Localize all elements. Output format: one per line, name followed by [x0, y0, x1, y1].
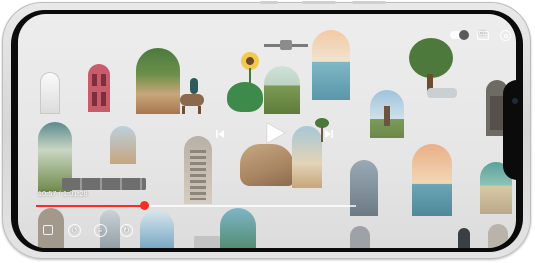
skip-back-button[interactable]: ↺ — [68, 224, 81, 237]
next-track-icon — [325, 130, 333, 138]
play-button[interactable] — [262, 120, 288, 146]
previous-track-icon — [216, 130, 224, 138]
previous-button[interactable] — [214, 128, 226, 140]
progress-bar[interactable] — [36, 201, 356, 210]
arch-bottom-waterfront — [140, 210, 174, 248]
arch-pink-door — [88, 64, 110, 112]
collage-rock-ruins — [240, 144, 294, 186]
arch-skyscraper — [350, 160, 378, 216]
settings-gear-icon — [503, 33, 508, 38]
fullscreen-button[interactable] — [42, 224, 54, 236]
skip-forward-button[interactable]: ↻ — [120, 224, 133, 237]
video-player[interactable]: CC 10:57 / 1:01:28 ↺ ≡ ↻ — [18, 14, 516, 248]
arch-bottom-mountains — [220, 208, 256, 248]
skip-forward-icon: ↻ — [123, 226, 130, 235]
progress-fill — [36, 205, 145, 207]
arch-field — [264, 66, 300, 114]
collage-airplane — [264, 40, 310, 50]
phone-camera-island — [503, 80, 523, 180]
phone-silent-switch — [260, 1, 278, 4]
collage-train — [62, 178, 146, 190]
arch-seaside — [312, 30, 350, 100]
autoplay-toggle[interactable] — [450, 30, 469, 40]
next-button[interactable] — [323, 128, 335, 140]
collage-tree-car — [401, 38, 461, 102]
arch-white-door — [40, 72, 60, 114]
phone-volume-button — [302, 1, 336, 4]
time-display: 10:57 / 1:01:28 — [38, 191, 88, 198]
collage-frog-sunflower — [223, 52, 269, 116]
duration: 1:01:28 — [62, 191, 88, 198]
collage-truck — [194, 236, 220, 248]
arch-sunset — [412, 144, 452, 216]
phone-frame: CC 10:57 / 1:01:28 ↺ ≡ ↻ — [2, 1, 531, 259]
fullscreen-icon — [43, 225, 53, 235]
chapters-list-icon: ≡ — [97, 226, 103, 235]
arch-building — [184, 136, 212, 204]
collage-street-tree — [136, 48, 180, 114]
collage-horse-rider — [176, 78, 210, 114]
front-camera — [512, 98, 518, 104]
play-icon — [266, 122, 286, 144]
captions-button[interactable]: CC — [477, 31, 489, 40]
arch-bottom-stone — [488, 224, 508, 248]
chapters-button[interactable]: ≡ — [94, 224, 107, 237]
captions-icon: CC — [479, 31, 487, 37]
arch-bottom-grey — [350, 226, 370, 248]
autoplay-toggle-icon — [459, 30, 469, 40]
settings-button[interactable] — [500, 30, 511, 41]
phone-volume-button — [352, 1, 386, 4]
skip-back-icon: ↺ — [71, 226, 78, 235]
arch-small-scene — [110, 126, 136, 164]
current-time: 10:57 — [38, 191, 57, 198]
arch-bottom-dark — [458, 228, 470, 248]
arch-windmill — [370, 90, 404, 138]
